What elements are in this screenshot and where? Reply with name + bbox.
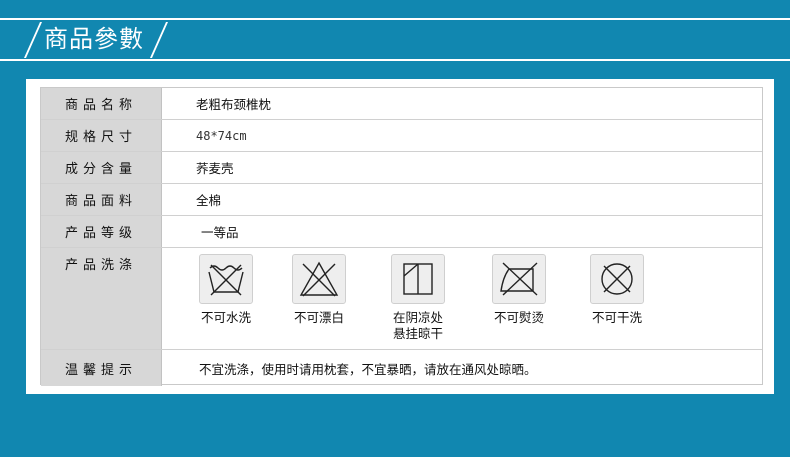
care-label: 不可干洗: [591, 310, 642, 325]
spec-row-care: 产品洗涤 不可水洗 不可漂白 在阴凉处 悬挂晾干 不可熨烫 不可干洗: [41, 248, 762, 350]
care-item-line-dry: 在阴凉处 悬挂晾干: [383, 254, 453, 342]
header-bottom-line: [0, 59, 790, 61]
care-label-line1: 在阴凉处: [392, 310, 443, 325]
section-title: 商品參數: [44, 25, 144, 53]
spec-row-grade: 产品等级 一等品: [41, 216, 762, 248]
header-top-line: [0, 18, 790, 20]
spec-table: 商品名称 老粗布颈椎枕 规格尺寸 48*74cm 成分含量 荞麦壳 商品面料 全…: [40, 87, 763, 386]
spec-value: 老粗布颈椎枕: [196, 97, 272, 112]
spec-value: 48*74cm: [196, 128, 247, 143]
care-label: 不可漂白: [293, 310, 344, 325]
spec-row-notice: 温馨提示 不宜洗涤，使用时请用枕套，不宜暴晒，请放在通风处晾晒。: [41, 350, 762, 386]
spec-label: 产品洗涤: [41, 248, 162, 349]
care-label: 不可熨烫: [493, 310, 544, 325]
spec-row-size: 规格尺寸 48*74cm: [41, 120, 762, 152]
spec-row-fabric: 商品面料 全棉: [41, 184, 762, 216]
spec-label: 成分含量: [41, 152, 162, 183]
spec-label: 产品等级: [41, 216, 162, 247]
header-slash-right: [149, 22, 169, 58]
header-slash-left: [23, 22, 43, 58]
spec-row-content: 成分含量 荞麦壳: [41, 152, 762, 184]
spec-row-name: 商品名称 老粗布颈椎枕: [41, 88, 762, 120]
care-item-no-dry-clean: 不可干洗: [582, 254, 652, 326]
no-dry-clean-icon: [590, 254, 644, 304]
care-item-no-iron: 不可熨烫: [484, 254, 554, 326]
care-item-no-bleach: 不可漂白: [284, 254, 354, 326]
no-wash-icon: [199, 254, 253, 304]
spec-value: 荞麦壳: [196, 161, 234, 176]
no-bleach-icon: [292, 254, 346, 304]
section-header: 商品參數: [0, 0, 790, 66]
notice-text: 不宜洗涤，使用时请用枕套，不宜暴晒，请放在通风处晾晒。: [199, 361, 537, 377]
spec-label: 温馨提示: [41, 350, 162, 386]
spec-label: 商品面料: [41, 184, 162, 215]
care-symbols: 不可水洗 不可漂白 在阴凉处 悬挂晾干 不可熨烫 不可干洗: [191, 254, 671, 348]
spec-label: 规格尺寸: [41, 120, 162, 151]
no-iron-icon: [492, 254, 546, 304]
spec-label: 商品名称: [41, 88, 162, 119]
care-item-no-wash: 不可水洗: [191, 254, 261, 326]
line-dry-shade-icon: [391, 254, 445, 304]
care-label: 不可水洗: [200, 310, 251, 325]
spec-value: 一等品: [201, 225, 239, 240]
spec-value: 全棉: [196, 193, 222, 208]
spec-panel: 商品名称 老粗布颈椎枕 规格尺寸 48*74cm 成分含量 荞麦壳 商品面料 全…: [26, 79, 774, 394]
care-label-line2: 悬挂晾干: [392, 326, 443, 341]
